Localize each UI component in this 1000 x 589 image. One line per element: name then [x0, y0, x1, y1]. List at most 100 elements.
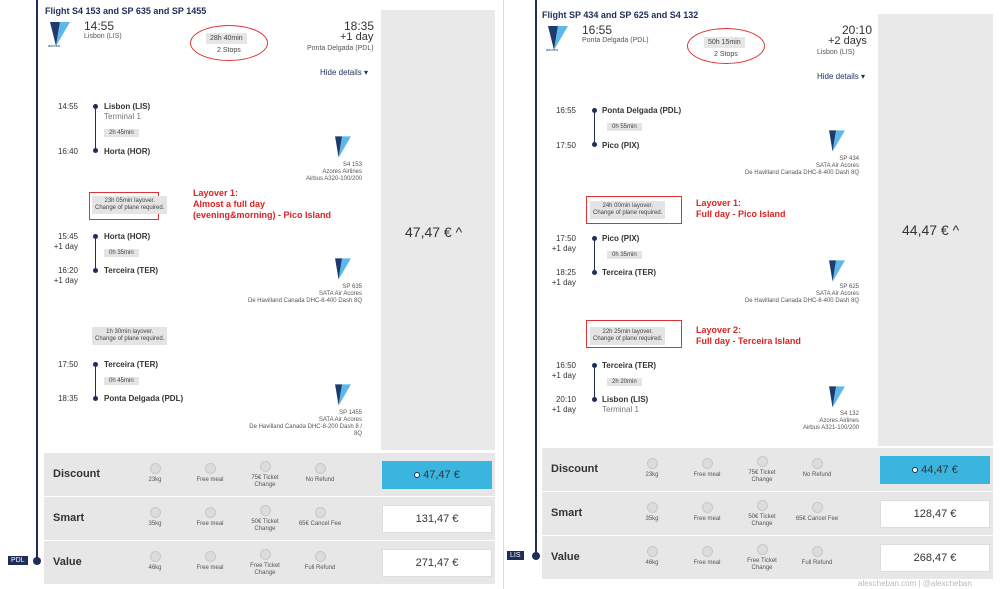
layover-info: 22h 25min layover. Change of plane requir…: [590, 327, 666, 345]
carrier-info: SP 1455 SATA Air Acores De Havilland Canad…: [249, 410, 362, 437]
ticket-change-icon: [259, 505, 271, 516]
refund-feature: Full Refund: [795, 546, 839, 567]
carrier-info: SP 434 SATA Air Acores De Havilland Canada…: [744, 156, 859, 176]
carrier-info: SP 635 SATA Air Acores De Havilland Canada…: [247, 284, 362, 304]
refund-icon: [314, 463, 326, 474]
fare-price-button[interactable]: 47,47 €: [382, 461, 492, 489]
segment-depart-airport: Horta (HOR): [104, 232, 151, 241]
timeline-line: [535, 0, 537, 556]
segment-duration: 0h 55min: [607, 123, 642, 131]
segment-arrive-time: 16:20 +1 day: [53, 266, 78, 285]
refund-feature: No Refund: [795, 458, 839, 479]
arrival-day-offset: +2 days: [828, 35, 867, 47]
baggage-icon: [646, 546, 658, 557]
svg-text:azores: azores: [546, 47, 558, 52]
cancel-fee-icon: [314, 507, 326, 518]
segment-dot: [592, 142, 597, 147]
segment-arrive-airport: Pico (PIX): [602, 141, 640, 150]
meal-icon: [701, 502, 713, 513]
refund-icon: [811, 546, 823, 557]
carrier-info: SP 625 SATA Air Acores De Havilland Canada…: [744, 284, 859, 304]
segment-dot: [93, 396, 98, 401]
segment-depart-time: 15:45 +1 day: [53, 232, 78, 251]
baggage-feature: 23kg: [630, 458, 674, 479]
fare-name: Smart: [551, 507, 583, 519]
meal-feature: Free meal: [188, 551, 232, 572]
fare-price-button[interactable]: 128,47 €: [880, 500, 990, 528]
fare-price-button[interactable]: 131,47 €: [382, 505, 492, 533]
total-duration: 28h 40min: [206, 33, 247, 44]
meal-feature: Free meal: [188, 463, 232, 484]
ticket-change-feature: 75€ Ticket Change: [740, 456, 784, 484]
segment-duration: 0h 45min: [104, 377, 139, 385]
segment-arrive-time: 17:50: [555, 141, 576, 150]
segment-arrive-airport: Terceira (TER): [602, 268, 657, 277]
meal-icon: [204, 507, 216, 518]
baggage-feature: 23kg: [133, 463, 177, 484]
hide-details-link[interactable]: Hide details ▾: [817, 72, 865, 81]
meal-icon: [204, 463, 216, 474]
departure-time: 14:55: [84, 19, 115, 33]
fare-name: Value: [551, 551, 580, 563]
layover-info: 24h 00min layover. Change of plane requir…: [590, 201, 666, 219]
segment-duration: 2h 45min: [104, 129, 139, 137]
fare-row-discount[interactable]: Discount 23kg Free meal 75€ Ticket Chang…: [44, 452, 495, 496]
cancel-fee-feature: 65€ Cancel Fee: [795, 502, 839, 523]
baggage-icon: [149, 463, 161, 474]
arrival-city: Lisbon (LIS): [817, 49, 855, 56]
fare-row-value[interactable]: Value 46kg Free meal Free Ticket Change …: [542, 535, 993, 579]
segment-dot: [93, 268, 98, 273]
fare-row-smart[interactable]: Smart 35kg Free meal 50€ Ticket Change 6…: [542, 491, 993, 535]
airline-tail-logo-icon: [829, 260, 845, 282]
airline-logo-icon: azores: [546, 26, 568, 52]
segment-arrive-time: 18:25 +1 day: [551, 268, 576, 287]
carrier-info: S4 153 Azores Airlines Airbus A320-100/200: [305, 162, 362, 182]
departure-time: 16:55: [582, 23, 613, 37]
layover-annotation: Layover 2: Full day - Terceira Island: [696, 325, 801, 346]
baggage-icon: [646, 458, 658, 469]
fare-price-button[interactable]: 44,47 €: [880, 456, 990, 484]
baggage-feature: 46kg: [133, 551, 177, 572]
fare-row-smart[interactable]: Smart 35kg Free meal 50€ Ticket Change 6…: [44, 496, 495, 540]
baggage-icon: [149, 507, 161, 518]
segment-arrive-time: 18:35: [57, 394, 78, 403]
flight-title: Flight S4 153 and SP 635 and SP 1455: [45, 6, 207, 16]
baggage-icon: [149, 551, 161, 562]
segment-line: [95, 239, 96, 268]
fare-name: Discount: [53, 468, 101, 480]
segment-dot: [93, 148, 98, 153]
airline-tail-logo-icon: [335, 136, 351, 158]
cancel-fee-icon: [811, 502, 823, 513]
segment-terminal: Terminal 1: [602, 405, 639, 414]
segment-terminal: Terminal 1: [104, 112, 141, 121]
stops-count: 2 Stops: [714, 51, 738, 58]
refund-feature: No Refund: [298, 463, 342, 484]
baggage-icon: [646, 502, 658, 513]
segment-dot: [592, 270, 597, 275]
fare-row-value[interactable]: Value 46kg Free meal Free Ticket Change …: [44, 540, 495, 584]
segment-arrive-airport: Horta (HOR): [104, 147, 151, 156]
segment-dot: [592, 397, 597, 402]
segment-duration: 2h 20min: [607, 378, 642, 386]
departure-city: Ponta Delgada (PDL): [582, 37, 649, 44]
price-summary[interactable]: 44,47 € ^: [902, 222, 959, 238]
airline-tail-logo-icon: [335, 258, 351, 280]
price-summary[interactable]: 47,47 € ^: [405, 224, 462, 240]
segment-line: [95, 109, 96, 150]
fare-price-button[interactable]: 271,47 €: [382, 549, 492, 577]
segment-duration: 0h 35min: [104, 249, 139, 257]
meal-icon: [204, 551, 216, 562]
airport-code-tag: PDL: [8, 556, 28, 565]
fare-name: Discount: [551, 463, 599, 475]
fare-price-button[interactable]: 268,47 €: [880, 544, 990, 572]
ticket-change-feature: Free Ticket Change: [740, 544, 784, 572]
meal-feature: Free meal: [188, 507, 232, 528]
fare-row-discount[interactable]: Discount 23kg Free meal 75€ Ticket Chang…: [542, 447, 993, 491]
meal-feature: Free meal: [685, 546, 729, 567]
segment-arrive-time: 16:40: [57, 147, 78, 156]
baggage-feature: 35kg: [133, 507, 177, 528]
baggage-feature: 35kg: [630, 502, 674, 523]
segment-depart-time: 17:50: [57, 360, 78, 369]
hide-details-link[interactable]: Hide details ▾: [320, 68, 368, 77]
ticket-change-icon: [259, 461, 271, 472]
